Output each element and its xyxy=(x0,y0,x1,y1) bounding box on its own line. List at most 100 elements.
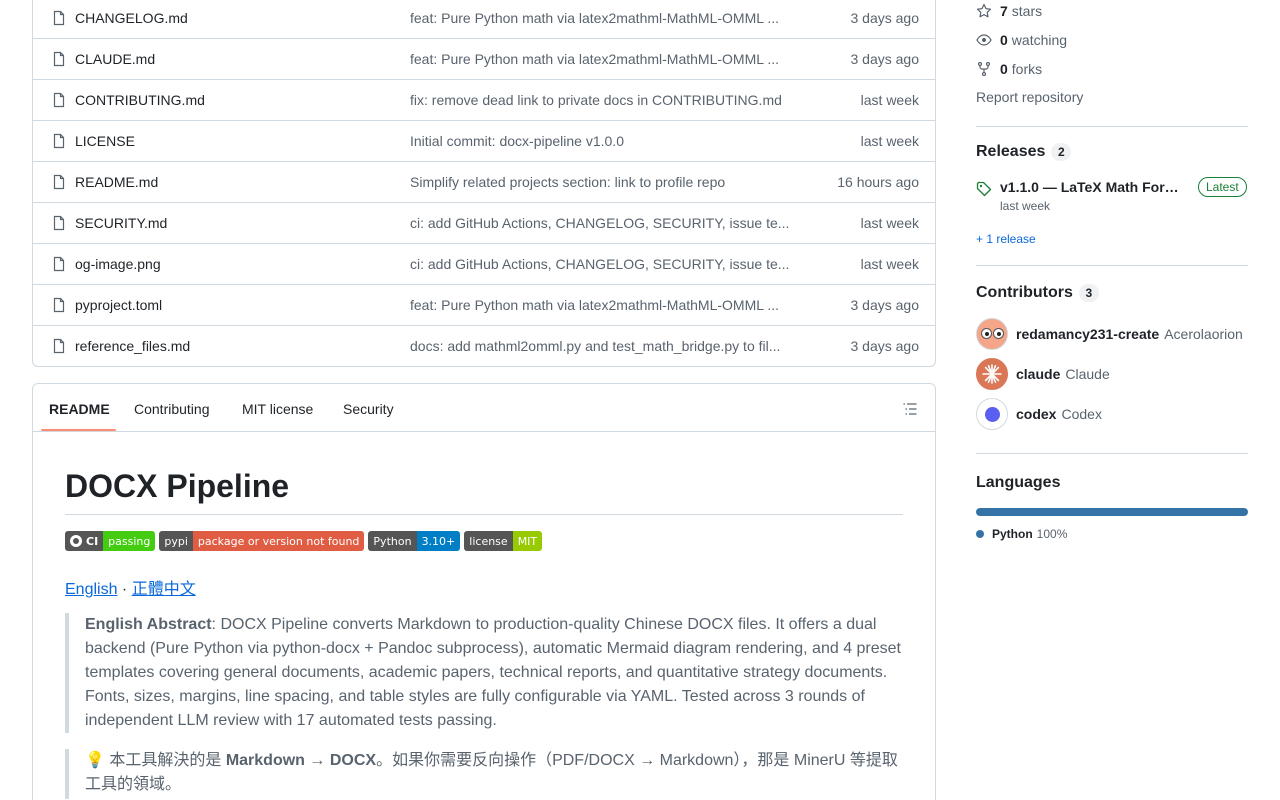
commit-message[interactable]: feat: Pure Python math via latex2mathml-… xyxy=(410,51,802,67)
tag-icon xyxy=(976,181,992,197)
watching-link[interactable]: 0 watching xyxy=(976,30,1067,50)
divider xyxy=(976,265,1248,266)
more-releases-link[interactable]: + 1 release xyxy=(976,232,1036,246)
language-percent: 100% xyxy=(1036,527,1068,541)
file-row[interactable]: pyproject.toml feat: Pure Python math vi… xyxy=(33,284,935,325)
commit-date: 3 days ago xyxy=(850,338,920,354)
releases-heading[interactable]: Releases 2 xyxy=(976,143,1072,161)
commit-date: 16 hours ago xyxy=(837,174,919,190)
file-icon xyxy=(53,10,65,26)
outline-list-icon[interactable] xyxy=(902,401,918,417)
tab-security[interactable]: Security xyxy=(343,401,394,417)
tab-contributing[interactable]: Contributing xyxy=(134,401,210,417)
license-badge[interactable]: license MIT xyxy=(464,531,543,551)
watching-count: 0 xyxy=(1000,32,1008,48)
english-link[interactable]: English xyxy=(65,581,117,598)
releases-counter: 2 xyxy=(1051,143,1072,161)
file-icon xyxy=(53,215,65,231)
contributor-item[interactable]: claude Claude xyxy=(976,358,1248,390)
file-name[interactable]: SECURITY.md xyxy=(75,215,167,231)
python-badge[interactable]: Python 3.10+ xyxy=(368,531,461,551)
commit-date: 3 days ago xyxy=(850,10,920,26)
tab-license[interactable]: MIT license xyxy=(242,401,313,417)
commit-message[interactable]: feat: Pure Python math via latex2mathml-… xyxy=(410,10,802,26)
file-icon xyxy=(53,338,65,354)
contributors-heading[interactable]: Contributors 3 xyxy=(976,284,1099,302)
releases-title: Releases xyxy=(976,143,1046,160)
contributors-counter: 3 xyxy=(1078,284,1099,302)
divider xyxy=(976,126,1248,127)
language-item[interactable]: Python 100% xyxy=(976,527,1067,541)
commit-date: 3 days ago xyxy=(850,297,920,313)
file-row[interactable]: CONTRIBUTING.md fix: remove dead link to… xyxy=(33,79,935,120)
commit-message[interactable]: Simplify related projects section: link … xyxy=(410,174,802,190)
note-bold: Markdown → DOCX xyxy=(225,752,377,769)
file-name[interactable]: CONTRIBUTING.md xyxy=(75,92,205,108)
abstract-blockquote: English Abstract: DOCX Pipeline converts… xyxy=(65,613,905,733)
file-row[interactable]: reference_files.md docs: add mathml2omml… xyxy=(33,325,935,366)
stars-link[interactable]: 7 stars xyxy=(976,1,1042,21)
commit-message[interactable]: ci: add GitHub Actions, CHANGELOG, SECUR… xyxy=(410,256,802,272)
file-list: CHANGELOG.md feat: Pure Python math via … xyxy=(32,0,936,367)
file-icon xyxy=(53,256,65,272)
file-icon xyxy=(53,174,65,190)
report-repository-link[interactable]: Report repository xyxy=(976,89,1083,105)
forks-count: 0 xyxy=(1000,61,1008,77)
watching-label: watching xyxy=(1011,32,1068,48)
eye-icon xyxy=(976,34,992,46)
avatar[interactable] xyxy=(976,318,1008,350)
commit-date: last week xyxy=(860,92,919,108)
file-name[interactable]: LICENSE xyxy=(75,133,135,149)
forks-link[interactable]: 0 forks xyxy=(976,59,1042,79)
commit-message[interactable]: feat: Pure Python math via latex2mathml-… xyxy=(410,297,802,313)
languages-heading: Languages xyxy=(976,474,1060,492)
ci-badge[interactable]: CI passing xyxy=(65,531,156,551)
file-row[interactable]: LICENSE Initial commit: docx-pipeline v1… xyxy=(33,120,935,161)
file-row[interactable]: SECURITY.md ci: add GitHub Actions, CHAN… xyxy=(33,202,935,243)
file-icon xyxy=(53,133,65,149)
release-name-link[interactable]: v1.1.0 — LaTeX Math Formula Support xyxy=(1000,179,1190,195)
commit-date: 3 days ago xyxy=(850,51,920,67)
languages-title: Languages xyxy=(976,474,1061,491)
badge-row: CI passing pypi package or version not f… xyxy=(65,531,543,551)
commit-message[interactable]: Initial commit: docx-pipeline v1.0.0 xyxy=(410,133,802,149)
file-name[interactable]: pyproject.toml xyxy=(75,297,162,313)
readme-panel: README Contributing MIT license Security… xyxy=(32,383,936,800)
commit-message[interactable]: ci: add GitHub Actions, CHANGELOG, SECUR… xyxy=(410,215,802,231)
file-row[interactable]: og-image.png ci: add GitHub Actions, CHA… xyxy=(33,243,935,284)
avatar[interactable] xyxy=(976,358,1008,390)
language-links: English · 正體中文 xyxy=(65,575,196,599)
contributor-item[interactable]: redamancy231-create Acerolaorion xyxy=(976,318,1248,350)
file-icon xyxy=(53,92,65,108)
file-name[interactable]: og-image.png xyxy=(75,256,161,272)
readme-tabs: README Contributing MIT license Security xyxy=(33,384,935,432)
file-icon xyxy=(53,51,65,67)
badge-value: 3.10+ xyxy=(416,531,461,551)
file-name[interactable]: README.md xyxy=(75,174,158,190)
lightbulb-icon: 💡 xyxy=(85,752,105,769)
contributor-login[interactable]: codex xyxy=(1016,406,1056,422)
contributor-name: Codex xyxy=(1061,406,1102,422)
contributor-login[interactable]: redamancy231-create xyxy=(1016,326,1159,342)
contributor-login[interactable]: claude xyxy=(1016,366,1060,382)
commit-date: last week xyxy=(860,133,919,149)
contributor-item[interactable]: codex Codex xyxy=(976,398,1248,430)
chinese-link[interactable]: 正體中文 xyxy=(132,581,196,598)
file-row[interactable]: README.md Simplify related projects sect… xyxy=(33,161,935,202)
note-text: 本工具解決的是 xyxy=(104,752,226,769)
stars-count: 7 xyxy=(1000,3,1008,19)
pypi-badge[interactable]: pypi package or version not found xyxy=(159,531,365,551)
stars-label: stars xyxy=(1011,3,1043,19)
avatar[interactable] xyxy=(976,398,1008,430)
link-separator: · xyxy=(117,581,132,598)
fork-icon xyxy=(977,61,991,77)
commit-message[interactable]: docs: add mathml2omml.py and test_math_b… xyxy=(410,338,802,354)
file-name[interactable]: reference_files.md xyxy=(75,338,190,354)
commit-message[interactable]: fix: remove dead link to private docs in… xyxy=(410,92,802,108)
file-row[interactable]: CLAUDE.md feat: Pure Python math via lat… xyxy=(33,38,935,79)
divider xyxy=(976,453,1248,454)
file-row[interactable]: CHANGELOG.md feat: Pure Python math via … xyxy=(33,0,935,38)
tab-readme[interactable]: README xyxy=(49,401,110,417)
file-name[interactable]: CHANGELOG.md xyxy=(75,10,188,26)
file-name[interactable]: CLAUDE.md xyxy=(75,51,155,67)
